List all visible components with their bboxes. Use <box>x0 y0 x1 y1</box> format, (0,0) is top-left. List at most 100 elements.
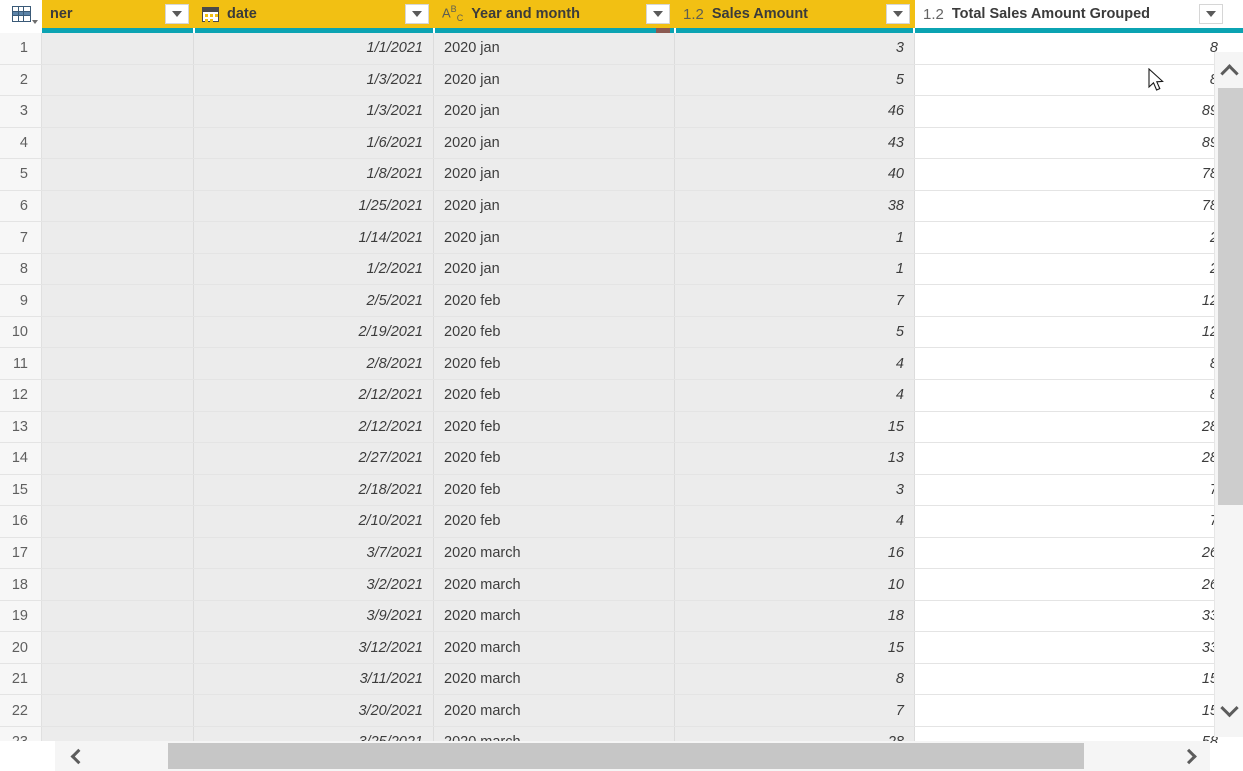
cell-year-and-month[interactable]: 2020 feb <box>434 411 675 443</box>
cell-date[interactable]: 1/3/2021 <box>194 96 434 127</box>
scroll-down-button[interactable] <box>1215 696 1243 722</box>
cell-year-and-month[interactable]: 2020 feb <box>434 285 675 316</box>
cell-date[interactable]: 3/7/2021 <box>194 537 434 569</box>
column-header-sales-amount[interactable]: 1.2 Sales Amount <box>675 0 915 28</box>
table-row[interactable]: 1 1/1/2021 2020 jan 3 8 <box>0 33 1243 65</box>
table-row[interactable]: 14 2/27/2021 2020 feb 13 28 <box>0 443 1243 475</box>
table-row[interactable]: 21 3/11/2021 2020 march 8 15 <box>0 663 1243 696</box>
table-row[interactable]: 12 2/12/20212020 feb48 <box>0 380 1243 412</box>
cell-owner[interactable] <box>42 443 194 474</box>
cell-date[interactable]: 3/9/2021 <box>194 600 434 632</box>
cell-sales-amount[interactable]: 13 <box>675 443 915 474</box>
cell-owner[interactable] <box>42 285 194 316</box>
cell-sales-amount[interactable]: 18 <box>675 600 915 632</box>
cell-year-and-month[interactable]: 2020 march <box>434 569 675 600</box>
cell-date[interactable]: 3/2/2021 <box>194 569 434 600</box>
cell-year-and-month[interactable]: 2020 feb <box>434 443 675 474</box>
cell-date[interactable]: 1/8/2021 <box>194 159 434 190</box>
cell-sales-amount[interactable]: 10 <box>675 569 915 600</box>
cell-sales-amount[interactable]: 1 <box>675 253 915 285</box>
cell-owner[interactable] <box>42 695 194 727</box>
cell-total-sales-amount-grouped[interactable]: 12 <box>915 316 1228 348</box>
filter-button-date[interactable] <box>405 4 429 24</box>
vertical-scroll-thumb[interactable] <box>1218 88 1243 505</box>
table-row[interactable]: 6 1/25/2021 2020 jan 38 78 <box>0 190 1243 223</box>
cell-sales-amount[interactable]: 46 <box>675 96 915 127</box>
cell-date[interactable]: 2/18/2021 <box>194 474 434 506</box>
table-row[interactable]: 7 1/14/20212020 jan12 <box>0 222 1243 254</box>
cell-sales-amount[interactable]: 8 <box>675 663 915 695</box>
cell-total-sales-amount-grouped[interactable]: 89 <box>915 127 1228 159</box>
table-row[interactable]: 16 2/10/20212020 feb47 <box>0 506 1243 538</box>
cell-sales-amount[interactable]: 15 <box>675 632 915 663</box>
cell-date[interactable]: 2/12/2021 <box>194 380 434 411</box>
cell-owner[interactable] <box>42 127 194 159</box>
cell-owner[interactable] <box>42 222 194 253</box>
cell-sales-amount[interactable]: 40 <box>675 159 915 190</box>
horizontal-scroll-thumb[interactable] <box>168 743 1084 769</box>
cell-year-and-month[interactable]: 2020 march <box>434 600 675 632</box>
cell-year-and-month[interactable]: 2020 feb <box>434 348 675 380</box>
cell-date[interactable]: 1/3/2021 <box>194 64 434 96</box>
cell-year-and-month[interactable]: 2020 march <box>434 695 675 727</box>
cell-owner[interactable] <box>42 96 194 127</box>
cell-date[interactable]: 2/5/2021 <box>194 285 434 316</box>
cell-owner[interactable] <box>42 569 194 600</box>
cell-date[interactable]: 2/19/2021 <box>194 316 434 348</box>
table-row[interactable]: 3 1/3/2021 2020 jan 46 89 <box>0 96 1243 128</box>
cell-year-and-month[interactable]: 2020 jan <box>434 64 675 96</box>
vertical-scrollbar[interactable] <box>1214 52 1243 737</box>
cell-date[interactable]: 2/10/2021 <box>194 506 434 537</box>
cell-owner[interactable] <box>42 316 194 348</box>
cell-year-and-month[interactable]: 2020 jan <box>434 190 675 222</box>
cell-date[interactable]: 1/14/2021 <box>194 222 434 253</box>
cell-total-sales-amount-grouped[interactable]: 89 <box>915 96 1228 127</box>
table-row[interactable]: 9 2/5/2021 2020 feb 7 12 <box>0 285 1243 317</box>
cell-year-and-month[interactable]: 2020 jan <box>434 253 675 285</box>
cell-sales-amount[interactable]: 5 <box>675 316 915 348</box>
horizontal-scrollbar[interactable] <box>55 741 1210 771</box>
table-row[interactable]: 19 3/9/2021 2020 march 18 33 <box>0 600 1243 633</box>
cell-total-sales-amount-grouped[interactable]: 8 <box>915 64 1228 96</box>
table-row[interactable]: 22 3/20/2021 2020 march 7 15 <box>0 695 1243 728</box>
cell-owner[interactable] <box>42 632 194 663</box>
table-row[interactable]: 18 3/2/2021 2020 march 10 26 <box>0 569 1243 601</box>
cell-owner[interactable] <box>42 506 194 537</box>
cell-sales-amount[interactable]: 3 <box>675 33 915 64</box>
cell-owner[interactable] <box>42 190 194 222</box>
cell-date[interactable]: 3/12/2021 <box>194 632 434 663</box>
cell-sales-amount[interactable]: 3 <box>675 474 915 506</box>
cell-year-and-month[interactable]: 2020 jan <box>434 159 675 190</box>
table-row[interactable]: 5 1/8/2021 2020 jan 40 78 <box>0 159 1243 191</box>
cell-total-sales-amount-grouped[interactable]: 26 <box>915 537 1228 569</box>
cell-date[interactable]: 1/6/2021 <box>194 127 434 159</box>
cell-total-sales-amount-grouped[interactable]: 8 <box>915 33 1228 64</box>
cell-owner[interactable] <box>42 159 194 190</box>
cell-owner[interactable] <box>42 600 194 632</box>
cell-owner[interactable] <box>42 348 194 380</box>
cell-sales-amount[interactable]: 7 <box>675 695 915 727</box>
cell-year-and-month[interactable]: 2020 feb <box>434 474 675 506</box>
scroll-right-button[interactable] <box>1170 741 1210 771</box>
cell-total-sales-amount-grouped[interactable]: 78 <box>915 159 1228 190</box>
cell-total-sales-amount-grouped[interactable]: 28 <box>915 443 1228 474</box>
column-header-date[interactable]: date <box>194 0 434 28</box>
cell-total-sales-amount-grouped[interactable]: 2 <box>915 222 1228 253</box>
cell-owner[interactable] <box>42 33 194 64</box>
filter-button-sales-amount[interactable] <box>886 4 910 24</box>
table-row[interactable]: 8 1/2/20212020 jan12 <box>0 253 1243 286</box>
cell-year-and-month[interactable]: 2020 march <box>434 663 675 695</box>
cell-owner[interactable] <box>42 411 194 443</box>
cell-year-and-month[interactable]: 2020 feb <box>434 380 675 411</box>
horizontal-scroll-track[interactable] <box>95 741 1170 771</box>
cell-sales-amount[interactable]: 5 <box>675 64 915 96</box>
cell-total-sales-amount-grouped[interactable]: 12 <box>915 285 1228 316</box>
cell-sales-amount[interactable]: 38 <box>675 190 915 222</box>
cell-total-sales-amount-grouped[interactable]: 2 <box>915 253 1228 285</box>
cell-sales-amount[interactable]: 16 <box>675 537 915 569</box>
cell-total-sales-amount-grouped[interactable]: 7 <box>915 506 1228 537</box>
cell-date[interactable]: 3/11/2021 <box>194 663 434 695</box>
cell-date[interactable]: 2/8/2021 <box>194 348 434 380</box>
cell-date[interactable]: 1/25/2021 <box>194 190 434 222</box>
cell-owner[interactable] <box>42 380 194 411</box>
